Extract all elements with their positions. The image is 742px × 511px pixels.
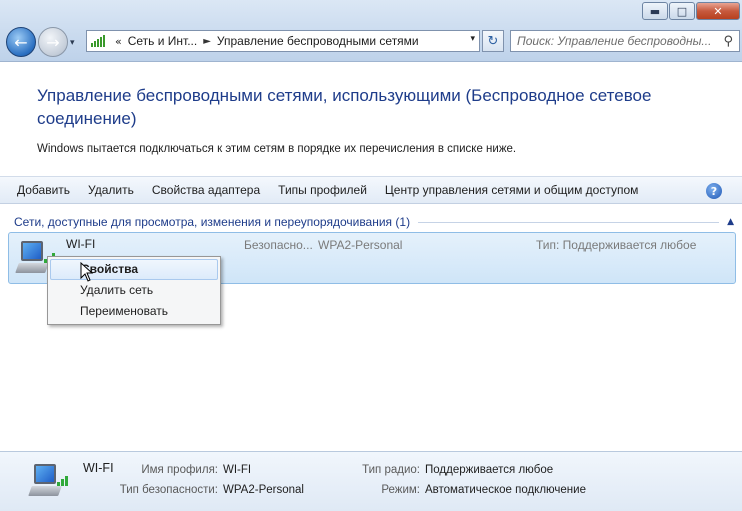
menu-item-rename[interactable]: Переименовать <box>50 301 218 322</box>
menu-item-delete-network[interactable]: Удалить сеть <box>50 280 218 301</box>
search-input[interactable] <box>517 34 713 48</box>
group-label: Сети, доступные для просмотра, изменения… <box>14 215 411 229</box>
network-type: Тип: Поддерживается любое <box>536 238 697 252</box>
remove-button[interactable]: Удалить <box>79 183 143 197</box>
mode-label: Режим: <box>381 484 420 496</box>
close-button[interactable]: ✕ <box>696 2 740 20</box>
page-title: Управление беспроводными сетями, использ… <box>37 86 652 128</box>
address-bar[interactable]: « Сеть и Инт... ► Управление беспроводны… <box>86 30 480 52</box>
mouse-cursor-icon <box>80 262 94 282</box>
details-network-name: WI-FI <box>83 461 114 475</box>
profile-name-label: Имя профиля: <box>141 464 218 476</box>
network-center-button[interactable]: Центр управления сетями и общим доступом <box>376 183 648 197</box>
search-box[interactable]: ⚲ <box>510 30 740 52</box>
maximize-button[interactable]: □ <box>669 2 695 20</box>
radio-type-label: Тип радио: <box>362 464 420 476</box>
breadcrumb-separator-icon[interactable]: ► <box>203 36 211 47</box>
menu-item-properties[interactable]: Свойства <box>50 259 218 280</box>
window-titlebar: ▬ □ ✕ ← → ▾ « Сеть и Инт... ► Управление… <box>0 0 742 62</box>
breadcrumb-wireless-networks[interactable]: Управление беспроводными сетями <box>217 34 419 48</box>
mode-value: Автоматическое подключение <box>425 484 586 496</box>
profile-name-value: WI-FI <box>223 464 252 476</box>
command-toolbar: Добавить Удалить Свойства адаптера Типы … <box>0 176 742 204</box>
help-icon[interactable]: ? <box>706 183 722 199</box>
minimize-button[interactable]: ▬ <box>642 2 668 20</box>
details-pane: WI-FI Имя профиля: WI-FI Тип безопасност… <box>0 451 742 511</box>
group-divider <box>418 221 720 223</box>
security-type-value: WPA2-Personal <box>223 484 304 496</box>
add-button[interactable]: Добавить <box>8 183 79 197</box>
breadcrumb-network-internet[interactable]: Сеть и Инт... <box>128 34 197 48</box>
network-security-value: WPA2-Personal <box>318 238 403 252</box>
window-controls: ▬ □ ✕ <box>641 2 740 20</box>
recent-pages-dropdown-icon[interactable]: ▾ <box>70 38 75 48</box>
forward-button[interactable]: → <box>38 27 68 57</box>
network-name: WI-FI <box>66 237 96 251</box>
details-network-icon <box>28 464 70 500</box>
collapse-chevron-icon[interactable]: ▲ <box>727 217 734 227</box>
search-icon[interactable]: ⚲ <box>723 34 733 49</box>
radio-type-value: Поддерживается любое <box>425 464 554 476</box>
network-group-header[interactable]: Сети, доступные для просмотра, изменения… <box>14 213 734 231</box>
page-description: Windows пытается подключаться к этим сет… <box>37 143 517 155</box>
address-overflow-chevron[interactable]: « <box>115 35 122 48</box>
network-signal-icon <box>91 35 105 47</box>
profile-types-button[interactable]: Типы профилей <box>269 183 376 197</box>
back-button[interactable]: ← <box>6 27 36 57</box>
adapter-properties-button[interactable]: Свойства адаптера <box>143 183 269 197</box>
security-type-label: Тип безопасности: <box>119 484 218 496</box>
refresh-button[interactable]: ↻ <box>482 30 504 52</box>
network-security-label: Безопасно... <box>244 238 313 252</box>
address-dropdown-icon[interactable]: ▾ <box>470 34 475 44</box>
context-menu: Свойства Удалить сеть Переименовать <box>47 256 221 325</box>
